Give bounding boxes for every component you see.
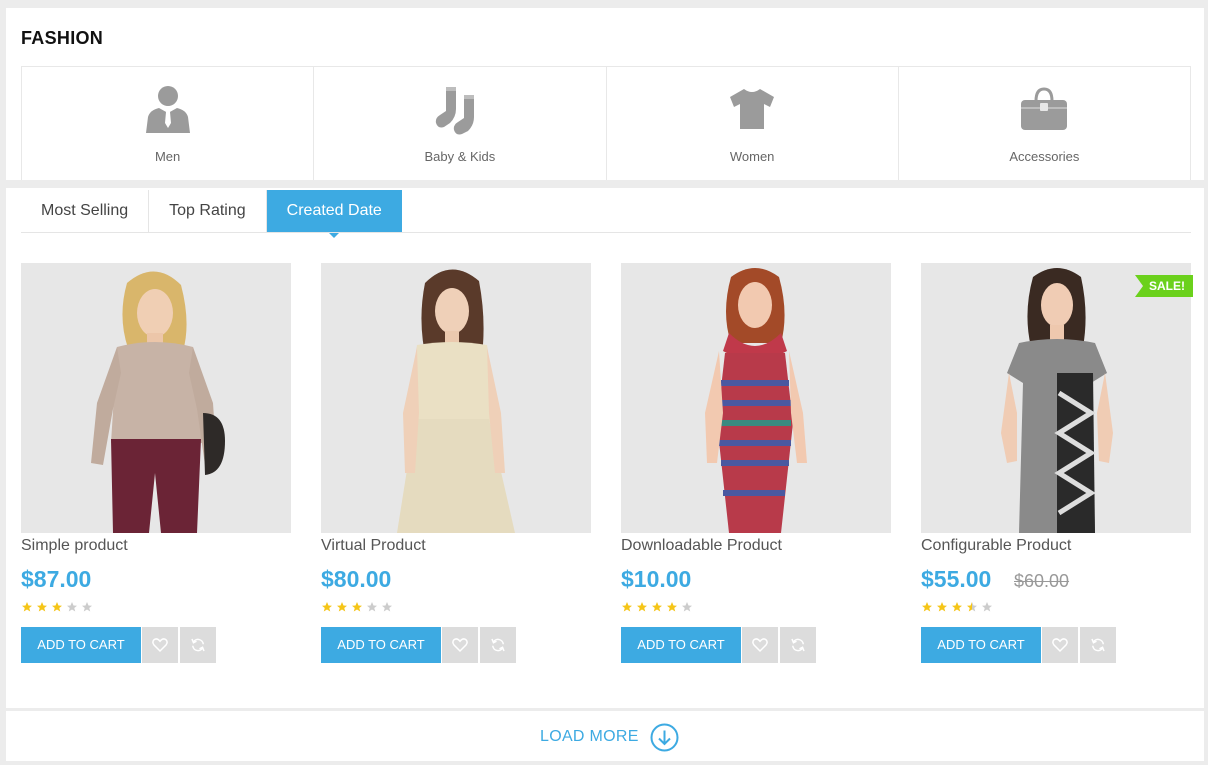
rating-stars	[621, 601, 696, 613]
load-more-bar: LOAD MORE	[6, 711, 1204, 761]
sale-badge: SALE!	[1135, 275, 1193, 297]
product-price: $10.00	[621, 566, 692, 592]
heart-icon	[1052, 638, 1068, 653]
handbag-icon	[1021, 87, 1068, 130]
tab-most-selling[interactable]: Most Selling	[21, 190, 150, 232]
man-icon	[145, 86, 190, 133]
star-icon	[367, 602, 377, 612]
star-icon	[22, 602, 32, 612]
add-to-cart-button[interactable]: ADD TO CART	[621, 627, 741, 663]
rating-stars	[921, 601, 996, 613]
model-photo	[321, 263, 591, 533]
star-icon	[967, 602, 977, 612]
product-card: SALE! Configurable Product $55.00 $60.00…	[921, 263, 1193, 673]
star-icon	[382, 602, 392, 612]
compare-button[interactable]	[1080, 627, 1116, 663]
star-icon	[67, 602, 77, 612]
heart-icon	[752, 638, 768, 653]
star-icon	[82, 602, 92, 612]
refresh-icon	[491, 638, 505, 652]
refresh-icon	[191, 638, 205, 652]
refresh-icon	[1091, 638, 1105, 652]
heart-icon	[152, 638, 168, 653]
star-icon	[937, 602, 947, 612]
rating-stars	[321, 601, 396, 613]
compare-button[interactable]	[480, 627, 516, 663]
product-image[interactable]	[621, 263, 891, 533]
product-name[interactable]: Configurable Product	[921, 537, 1071, 555]
star-icon	[352, 602, 362, 612]
product-image[interactable]	[921, 263, 1191, 533]
add-to-cart-button[interactable]: ADD TO CART	[21, 627, 141, 663]
product-card: Virtual Product $80.00 ADD TO CART	[321, 263, 591, 673]
wishlist-button[interactable]	[1042, 627, 1078, 663]
compare-button[interactable]	[780, 627, 816, 663]
product-price: $87.00	[21, 566, 92, 592]
star-icon	[52, 602, 62, 612]
section-title: FASHION	[21, 28, 104, 48]
arrow-down-circle-icon	[650, 723, 679, 751]
star-icon	[667, 602, 677, 612]
product-card: Downloadable Product $10.00 ADD TO CART	[621, 263, 891, 673]
section-divider	[6, 180, 1204, 188]
category-label: Women	[729, 149, 775, 164]
tab-created-date[interactable]: Created Date	[266, 190, 402, 238]
star-icon	[952, 602, 962, 612]
wishlist-button[interactable]	[442, 627, 478, 663]
tab-top-rating[interactable]: Top Rating	[149, 190, 267, 232]
product-image[interactable]	[321, 263, 591, 533]
model-photo	[21, 263, 291, 533]
socks-icon	[435, 87, 474, 135]
add-to-cart-button[interactable]: ADD TO CART	[921, 627, 1041, 663]
product-image[interactable]	[21, 263, 291, 533]
product-grid: Simple product $87.00 ADD TO CART Virtua…	[21, 263, 1193, 673]
star-icon	[337, 602, 347, 612]
category-label: Baby & Kids	[424, 149, 496, 164]
star-icon	[682, 602, 692, 612]
star-icon	[982, 602, 992, 612]
star-icon	[652, 602, 662, 612]
category-label: Accessories	[1009, 149, 1080, 164]
product-name[interactable]: Downloadable Product	[621, 537, 782, 555]
add-to-cart-button[interactable]: ADD TO CART	[321, 627, 441, 663]
category-women[interactable]: Women	[607, 67, 899, 180]
star-icon	[37, 602, 47, 612]
category-list: Men Baby & Kids Women Accessories	[21, 66, 1191, 180]
star-icon	[322, 602, 332, 612]
product-name[interactable]: Simple product	[21, 537, 128, 555]
product-price: $80.00	[321, 566, 392, 592]
product-card: Simple product $87.00 ADD TO CART	[21, 263, 291, 673]
tabs-divider	[21, 232, 1191, 233]
category-men[interactable]: Men	[22, 67, 315, 180]
star-icon	[622, 602, 632, 612]
star-icon	[922, 602, 932, 612]
product-old-price: $60.00	[1014, 571, 1070, 591]
rating-stars	[21, 601, 96, 613]
load-more-label: LOAD MORE	[540, 728, 639, 745]
wishlist-button[interactable]	[142, 627, 178, 663]
refresh-icon	[791, 638, 805, 652]
category-accessories[interactable]: Accessories	[899, 67, 1190, 180]
product-price: $55.00	[921, 566, 992, 592]
product-tabs: Most Selling Top Rating Created Date	[21, 190, 402, 238]
compare-button[interactable]	[180, 627, 216, 663]
product-name[interactable]: Virtual Product	[321, 537, 426, 555]
category-label: Men	[154, 149, 181, 164]
model-photo	[621, 263, 891, 533]
heart-icon	[452, 638, 468, 653]
load-more-button[interactable]: LOAD MORE	[540, 723, 679, 751]
star-icon	[637, 602, 647, 612]
wishlist-button[interactable]	[742, 627, 778, 663]
tshirt-icon	[730, 89, 775, 129]
category-baby-kids[interactable]: Baby & Kids	[314, 67, 607, 180]
model-photo	[921, 263, 1191, 533]
